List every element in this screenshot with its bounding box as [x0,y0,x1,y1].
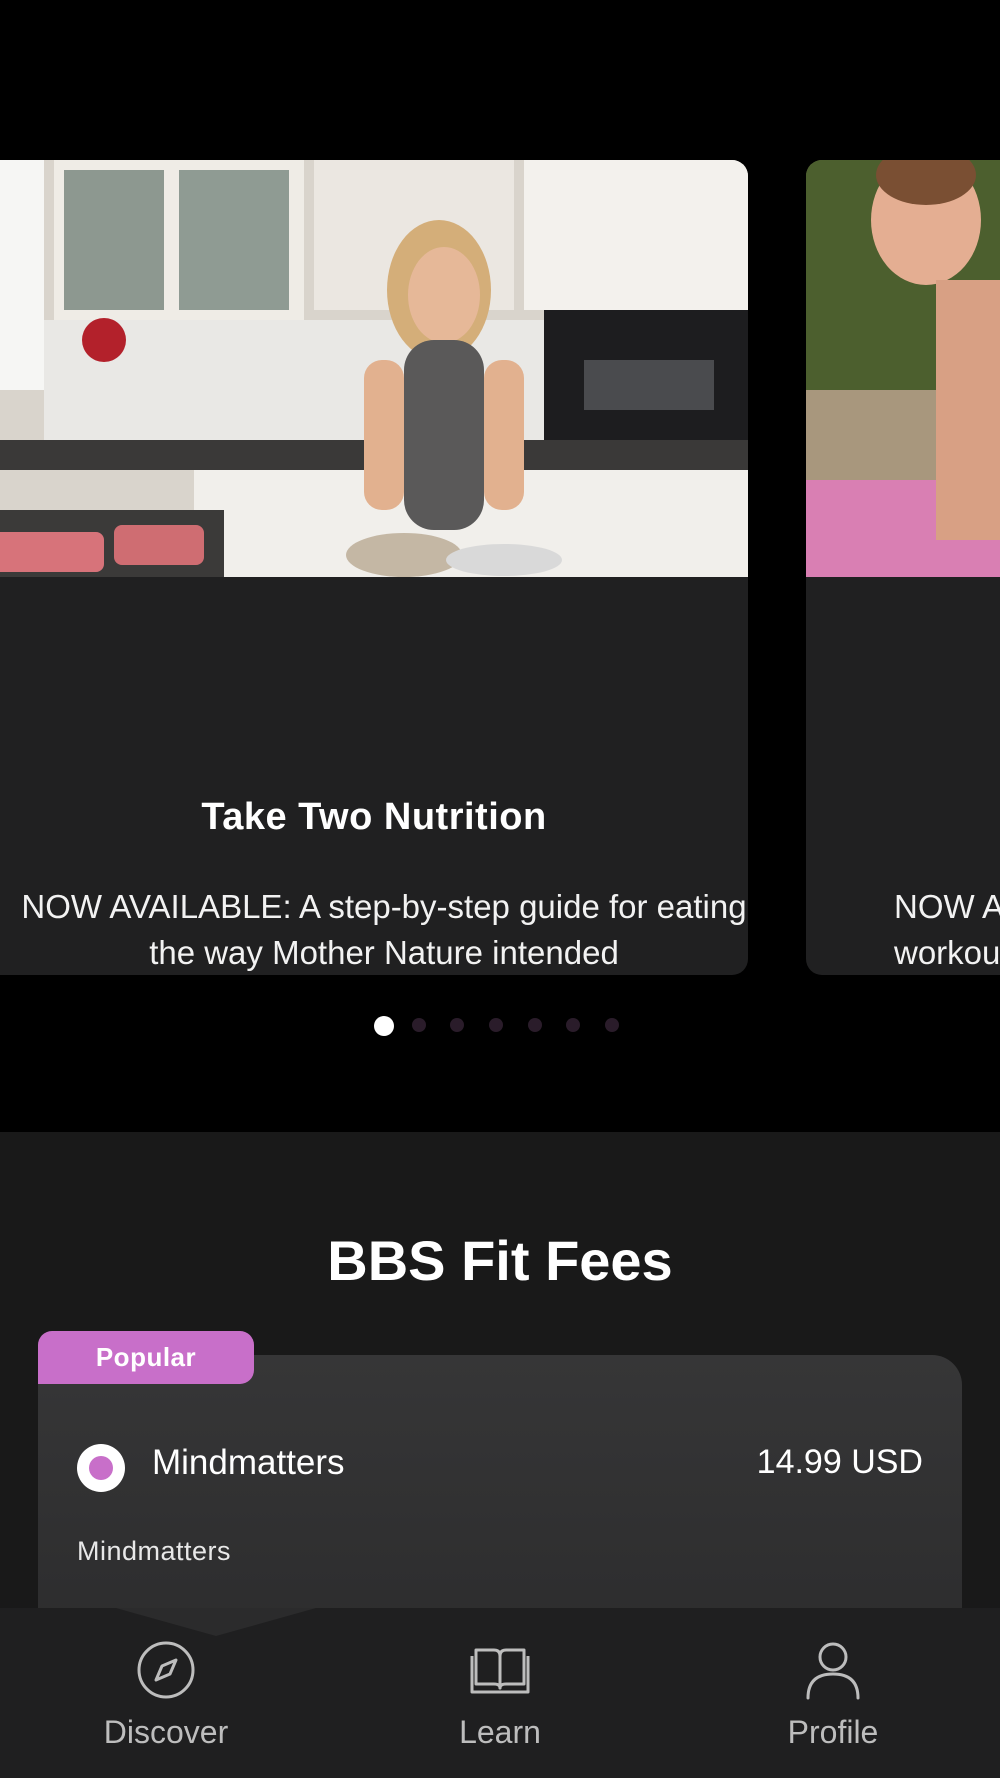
promo-card-workout[interactable]: NOW AV workou [806,160,1000,975]
compass-icon [66,1640,266,1700]
promo-card-title: Take Two Nutrition [201,796,547,838]
book-icon [400,1640,600,1700]
tab-label: Discover [103,1714,229,1750]
promo-card-description-line: NOW AV [894,888,1000,925]
plan-name: Mindmatters [152,1443,345,1482]
tab-learn[interactable]: Learn [400,1640,600,1751]
promo-carousel[interactable]: Take Two Nutrition NOW AVAILABLE: A step… [0,0,1000,1132]
fees-title: BBS Fit Fees [327,1229,673,1292]
plan-radio-button[interactable] [77,1444,125,1492]
tab-label: Profile [787,1714,879,1750]
carousel-pagination [0,1016,1000,1036]
carousel-dot-5[interactable] [528,1018,542,1032]
person-icon [733,1640,933,1700]
promo-image-kitchen [0,160,748,577]
plan-subtitle: Mindmatters [77,1536,232,1566]
promo-card-description-line: workou [894,934,1000,971]
active-tab-indicator [116,1608,316,1636]
promo-card-description: NOW AVAILABLE: A step-by-step guide for … [21,888,747,971]
plan-price: 14.99 USD [756,1443,923,1481]
promo-card-nutrition[interactable]: Take Two Nutrition NOW AVAILABLE: A step… [0,160,748,975]
carousel-dot-7[interactable] [605,1018,619,1032]
tab-discover[interactable]: Discover [66,1640,266,1751]
carousel-dot-1[interactable] [374,1016,394,1036]
carousel-dot-4[interactable] [489,1018,503,1032]
carousel-dot-2[interactable] [412,1018,426,1032]
tab-label: Learn [459,1714,541,1750]
promo-image-yoga [806,160,1000,577]
carousel-dot-3[interactable] [450,1018,464,1032]
tab-profile[interactable]: Profile [733,1640,933,1751]
carousel-dot-6[interactable] [566,1018,580,1032]
promo-card-description: NOW AV workou [894,884,1000,975]
popular-badge: Popular [38,1331,254,1384]
